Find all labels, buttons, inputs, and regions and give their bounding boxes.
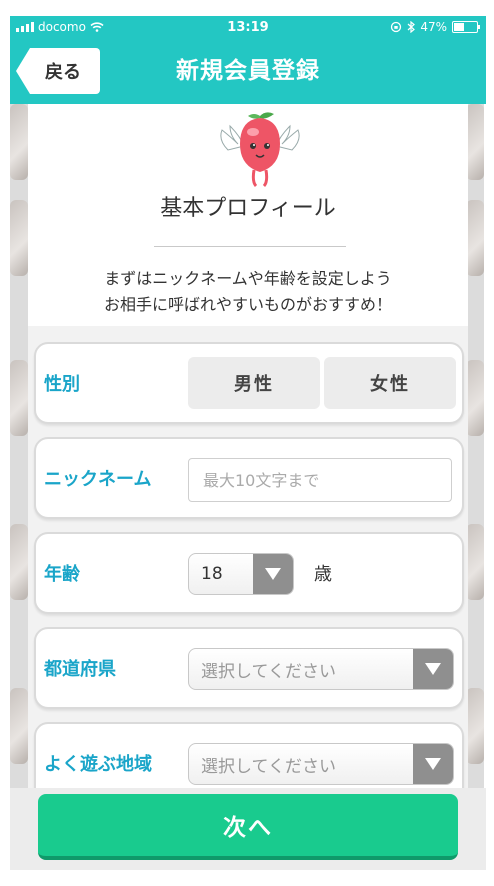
profile-intro: 基本プロフィール まずはニックネームや年齢を設定しよう お相手に呼ばれやすいもの… — [28, 104, 468, 326]
background-photo — [10, 524, 28, 600]
gender-row: 性別 男性 女性 — [34, 342, 464, 424]
prefecture-select[interactable]: 選択してください — [188, 648, 454, 690]
battery-percent: 47% — [420, 20, 447, 34]
background-photo — [10, 104, 28, 180]
gender-label: 性別 — [44, 374, 80, 395]
intro-line: まずはニックネームや年齢を設定しよう — [104, 269, 392, 288]
background-photo — [10, 200, 28, 276]
nickname-input[interactable] — [188, 458, 452, 502]
background-photos-left — [10, 104, 28, 794]
age-value: 18 — [201, 564, 223, 584]
divider — [154, 246, 346, 247]
chevron-down-icon — [253, 554, 293, 594]
background-photos-right — [466, 104, 484, 794]
background-photo — [466, 104, 484, 180]
age-select[interactable]: 18 — [188, 553, 294, 595]
wifi-icon — [90, 22, 104, 32]
gender-male-button[interactable]: 男性 — [188, 357, 320, 409]
age-row: 年齢 18 歳 — [34, 532, 464, 614]
prefecture-value: 選択してください — [201, 661, 336, 682]
chevron-down-icon — [413, 744, 453, 784]
registration-panel: 基本プロフィール まずはニックネームや年齢を設定しよう お相手に呼ばれやすいもの… — [28, 104, 468, 804]
background-photo — [466, 688, 484, 764]
status-right: 47% — [390, 20, 480, 34]
age-unit: 歳 — [314, 564, 332, 585]
nickname-label: ニックネーム — [44, 469, 152, 490]
page-title: 新規会員登録 — [176, 58, 320, 84]
profile-heading: 基本プロフィール — [160, 196, 336, 221]
next-button[interactable]: 次へ — [38, 794, 458, 860]
background-photo — [466, 360, 484, 436]
battery-fill — [454, 23, 465, 31]
background-photo — [10, 688, 28, 764]
footer-bar: 次へ — [10, 788, 486, 870]
chevron-down-icon — [413, 649, 453, 689]
battery-icon — [452, 21, 480, 33]
nickname-row: ニックネーム — [34, 437, 464, 519]
age-label: 年齢 — [44, 564, 80, 585]
area-label: よく遊ぶ地域 — [44, 754, 152, 775]
prefecture-row: 都道府県 選択してください — [34, 627, 464, 709]
intro-line: お相手に呼ばれやすいものがおすすめ！ — [103, 295, 392, 314]
background-photo — [466, 524, 484, 600]
status-bar: docomo 13:19 47% — [10, 16, 486, 38]
area-select[interactable]: 選択してください — [188, 743, 454, 785]
orientation-lock-icon — [391, 21, 402, 33]
area-value: 選択してください — [201, 756, 336, 777]
background-photo — [466, 200, 484, 276]
background-photo — [10, 360, 28, 436]
intro-text: まずはニックネームや年齢を設定しよう お相手に呼ばれやすいものがおすすめ！ — [28, 266, 468, 318]
app-header: 戻る 新規会員登録 — [10, 38, 486, 104]
bluetooth-icon — [407, 21, 416, 33]
gender-female-button[interactable]: 女性 — [324, 357, 456, 409]
mascot-icon — [220, 112, 300, 188]
status-left: docomo — [16, 20, 104, 34]
prefecture-label: 都道府県 — [44, 659, 116, 680]
carrier-name: docomo — [38, 20, 86, 34]
signal-icon — [16, 22, 34, 32]
